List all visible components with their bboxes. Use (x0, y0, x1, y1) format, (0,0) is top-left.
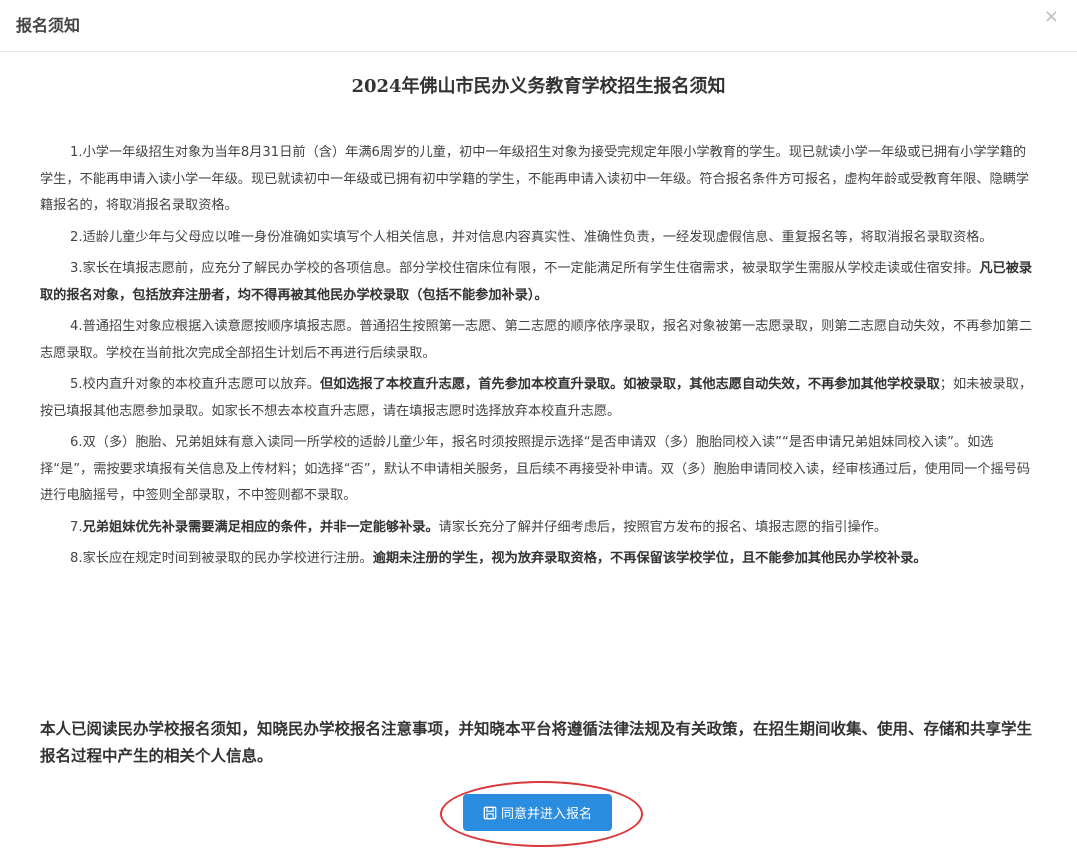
rule-tail-text: 请家长充分了解并仔细考虑后，按照官方发布的报名、填报志愿的指引操作。 (438, 519, 888, 535)
rule-item: 3.家长在填报志愿前，应充分了解民办学校的各项信息。部分学校住宿床位有限，不一定… (40, 256, 1038, 309)
rule-text: 6.双（多）胞胎、兄弟姐妹有意入读同一所学校的适龄儿童少年，报名时须按照提示选择… (40, 435, 1031, 503)
save-icon (483, 806, 497, 819)
rule-text: 5.校内直升对象的本校直升志愿可以放弃。 (70, 377, 320, 392)
modal-title: 报名须知 (16, 16, 81, 35)
agree-button-label: 同意并进入报名 (500, 807, 592, 822)
rule-text: 1.小学一年级招生对象为当年8月31日前（含）年满6周岁的儿童，初中一年级招生对… (40, 145, 1030, 213)
rule-item: 5.校内直升对象的本校直升志愿可以放弃。但如选报了本校直升志愿，首先参加本校直升… (40, 372, 1038, 425)
rule-bold-text: 兄弟姐妹优先补录需要满足相应的条件，并非一定能够补录。 (82, 519, 439, 535)
consent-statement: 本人已阅读民办学校报名须知，知晓民办学校报名注意事项，并知晓本平台将遵循法律法规… (40, 720, 1033, 765)
rule-text: 3.家长在填报志愿前，应充分了解民办学校的各项信息。部分学校住宿床位有限，不一定… (70, 261, 980, 276)
document-title: 2024年佛山市民办义务教育学校招生报名须知 (351, 76, 726, 97)
rule-item: 7.兄弟姐妹优先补录需要满足相应的条件，并非一定能够补录。请家长充分了解并仔细考… (40, 515, 1038, 542)
rule-bold-text: 逾期未注册的学生，视为放弃录取资格，不再保留该学校学位，且不能参加其他民办学校补… (372, 551, 927, 566)
rule-item: 1.小学一年级招生对象为当年8月31日前（含）年满6周岁的儿童，初中一年级招生对… (40, 140, 1038, 220)
rule-text: 4.普通招生对象应根据入读意愿按顺序填报志愿。普通招生按照第一志愿、第二志愿的顺… (40, 319, 1033, 361)
rule-bold-text: 但如选报了本校直升志愿，首先参加本校直升录取。如被录取，其他志愿自动失效，不再参… (319, 377, 940, 392)
rule-text: 8.家长应在规定时间到被录取的民办学校进行注册。 (70, 551, 373, 566)
rule-item: 2.适龄儿童少年与父母应以唯一身份准确如实填写个人相关信息，并对信息内容真实性、… (40, 225, 1038, 252)
rule-text: 2.适龄儿童少年与父母应以唯一身份准确如实填写个人相关信息，并对信息内容真实性、… (70, 229, 993, 245)
close-icon[interactable]: × (1044, 8, 1059, 26)
modal-header: 报名须知 × (0, 0, 1077, 52)
rule-item: 8.家长应在规定时间到被录取的民办学校进行注册。逾期未注册的学生，视为放弃录取资… (40, 546, 1038, 573)
rule-item: 6.双（多）胞胎、兄弟姐妹有意入读同一所学校的适龄儿童少年，报名时须按照提示选择… (40, 430, 1038, 510)
agree-and-register-button[interactable]: 同意并进入报名 (463, 794, 612, 831)
rule-item: 4.普通招生对象应根据入读意愿按顺序填报志愿。普通招生按照第一志愿、第二志愿的顺… (40, 314, 1038, 367)
rules-list: 1.小学一年级招生对象为当年8月31日前（含）年满6周岁的儿童，初中一年级招生对… (40, 140, 1038, 578)
rule-text: 7. (70, 519, 83, 535)
